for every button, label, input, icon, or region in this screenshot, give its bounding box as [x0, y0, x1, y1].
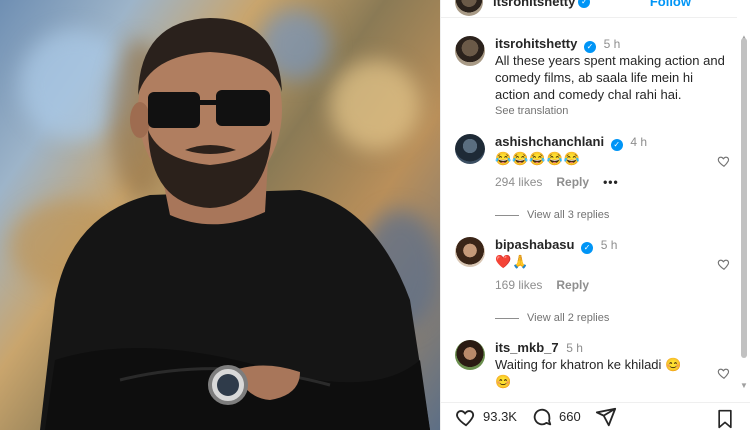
instagram-post-view: itsrohitshetty ✓ Follow itsrohitshetty ✓… — [0, 0, 750, 430]
comment-time[interactable]: 4 h — [630, 135, 647, 149]
caption-username[interactable]: itsrohitshetty — [495, 36, 577, 51]
comment-bubble-icon[interactable] — [531, 406, 553, 428]
caption-time[interactable]: 5 h — [604, 37, 621, 51]
comment-text: ❤️🙏 — [495, 254, 530, 269]
comment-text: Waiting for khatron ke khiladi 😊 — [495, 357, 682, 372]
bookmark-icon[interactable] — [715, 409, 735, 429]
follow-button[interactable]: Follow — [650, 0, 691, 9]
comment-likes[interactable]: 169 likes — [495, 278, 542, 292]
reply-button[interactable]: Reply — [556, 278, 589, 292]
scrollbar-thumb[interactable] — [741, 38, 747, 358]
replies-divider — [495, 317, 519, 319]
author-avatar[interactable] — [455, 0, 483, 16]
scroll-down-arrow-icon[interactable]: ▼ — [740, 382, 748, 390]
likes-count[interactable]: 93.3K — [483, 409, 517, 424]
comment-text-line2: 😊 — [495, 374, 513, 389]
like-comment-heart-icon[interactable] — [717, 154, 731, 168]
comments-count[interactable]: 660 — [559, 409, 581, 424]
verified-badge-icon: ✓ — [578, 0, 591, 8]
comment-avatar[interactable] — [455, 237, 485, 267]
caption-avatar[interactable] — [455, 36, 485, 66]
share-paper-plane-icon[interactable] — [595, 406, 617, 428]
view-replies-label: View all 3 replies — [527, 209, 610, 221]
comment-username[interactable]: bipashabasu — [495, 237, 574, 252]
like-comment-heart-icon[interactable] — [717, 366, 731, 380]
post-header: itsrohitshetty ✓ Follow — [441, 0, 737, 18]
post-action-bar: 93.3K 660 — [441, 402, 750, 430]
see-translation-link[interactable]: See translation — [495, 105, 727, 117]
person-illustration — [40, 18, 430, 430]
view-replies-link[interactable]: View all 2 replies — [495, 312, 609, 324]
verified-badge-icon: ✓ — [610, 139, 623, 151]
comment-avatar[interactable] — [455, 134, 485, 164]
comments-scrollbar[interactable]: ▲ ▼ — [740, 8, 748, 390]
verified-badge-icon: ✓ — [581, 242, 594, 254]
like-action[interactable]: 93.3K — [455, 406, 517, 428]
comment-time[interactable]: 5 h — [566, 341, 583, 355]
comments-panel: itsrohitshetty ✓ Follow itsrohitshetty ✓… — [440, 0, 750, 430]
comment-avatar[interactable] — [455, 340, 485, 370]
view-replies-label: View all 2 replies — [527, 312, 610, 324]
view-replies-link[interactable]: View all 3 replies — [495, 209, 609, 221]
reply-button[interactable]: Reply — [556, 175, 589, 189]
comment-time[interactable]: 5 h — [601, 238, 618, 252]
heart-icon[interactable] — [455, 406, 477, 428]
more-options-icon[interactable]: ••• — [603, 175, 619, 189]
comment-username[interactable]: its_mkb_7 — [495, 340, 559, 355]
like-comment-heart-icon[interactable] — [717, 257, 731, 271]
comment-likes[interactable]: 294 likes — [495, 175, 542, 189]
share-action[interactable] — [595, 406, 623, 428]
author-username[interactable]: itsrohitshetty — [493, 0, 575, 9]
post-photo[interactable] — [0, 0, 440, 430]
caption-text: All these years spent making action and … — [495, 53, 725, 102]
replies-divider — [495, 214, 519, 216]
comment-text: 😂😂😂😂😂 — [495, 151, 581, 166]
comment-username[interactable]: ashishchanchlani — [495, 134, 604, 149]
comment-action[interactable]: 660 — [531, 406, 581, 428]
